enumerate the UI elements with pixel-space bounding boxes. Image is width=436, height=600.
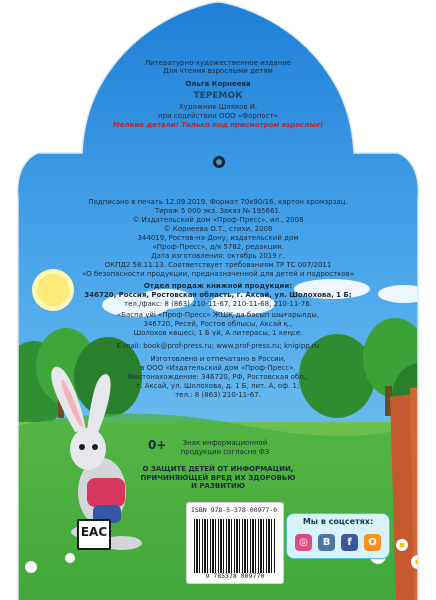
eac-mark: ЕАС <box>77 519 111 550</box>
social-title: Мы в соцсетях: <box>302 517 374 526</box>
barcode <box>194 519 276 574</box>
sales-title: Отдел продаж книжной продукции: <box>143 282 293 290</box>
age-note: Знак информационной продукции согласно Ф… <box>170 439 280 456</box>
copyright-illustrations: © Издательский дом «Проф-Пресс», ил., 20… <box>132 216 304 224</box>
okpd-line: ОКПД2 58.11.13. Соответствует требования… <box>104 261 332 269</box>
isbn-text: ISBN 978-5-378-00977-0 <box>191 506 278 514</box>
vk-icon[interactable]: В <box>318 534 335 551</box>
artist-line: Художник Шляхов И. <box>178 103 258 111</box>
author: Ольга Корнеева <box>185 80 251 88</box>
location-line-2: г. Аксай, ул. Шолохова, д. 1 Б, лит. А, … <box>136 382 300 390</box>
law-line-2: ПРИЧИНЯЮЩЕЙ ВРЕД ИХ ЗДОРОВЬЮ <box>140 473 296 482</box>
location-line-1: Местонахождение: 346720, РФ, Ростовская … <box>127 373 309 381</box>
made-in-line: Изготовлено и отпечатано в России, <box>150 355 286 363</box>
kazakh-line-2: 346720, Ресей, Ростов облысы, Аксай қ., <box>143 320 293 328</box>
age-mark: 0+ <box>148 438 167 452</box>
location-phone: тел.: 8 (863) 210-11-67. <box>175 391 261 399</box>
phone-line: тел./факс: 8 (863) 210-11-67, 210-11-68,… <box>124 300 312 308</box>
law-text: О ЗАЩИТЕ ДЕТЕЙ ОТ ИНФОРМАЦИИ, ПРИЧИНЯЮЩЕ… <box>130 465 306 491</box>
email-links[interactable]: E-mail: book@prof-press.ru; www.prof-pre… <box>0 342 436 351</box>
kazakh-line-1: «Баспа үйі «Проф-Пресс» ЖШҚ-да басып шығ… <box>116 311 320 319</box>
audience-line: Для чтения взрослыми детям <box>163 67 273 75</box>
facebook-icon[interactable]: f <box>341 534 358 551</box>
print-info: Подписано в печать 12.09.2019. Формат 70… <box>88 198 348 206</box>
law-line-3: И РАЗВИТИЮ <box>191 482 245 490</box>
book-title: ТЕРЕМОК <box>193 91 243 101</box>
book-back-cover: Литературно-художественное издание Для ч… <box>0 0 436 600</box>
odnoklassniki-icon[interactable]: О <box>364 534 381 551</box>
made-by-line: в ООО «Издательский дом «Проф-Пресс». <box>140 364 296 372</box>
warning-text: Мелкие детали! Только под присмотром взр… <box>112 121 324 129</box>
safety-line: «О безопасности продукции, предназначенн… <box>81 270 355 278</box>
publisher-address-2: «Проф-Пресс», д/я 5782, редакция. <box>152 243 284 251</box>
social-networks-box: Мы в соцсетях: ◎ В f О <box>286 513 390 559</box>
age-note-line-2: продукции согласно ФЗ <box>180 447 270 456</box>
kazakh-line-3: Шолохов көшесі, 1 Б үй, А литерасы, 1 ке… <box>133 329 303 337</box>
production-date: Дата изготовления: октябрь 2019 г. <box>151 252 285 260</box>
copyright-poems: © Корнеева О.Т., стихи, 2008 <box>163 225 273 233</box>
barcode-digits: 9 785378 009770 <box>193 573 277 580</box>
publisher-address-1: 344019, Ростов-на-Дону, издательский дом <box>137 234 299 242</box>
sales-address: 346720, Россия, Ростовская область, г. А… <box>84 291 352 299</box>
run-info: Тираж 5 000 экз. Заказ № 195661. <box>154 207 282 215</box>
isbn-barcode-box: ISBN 978-5-378-00977-0 9 785378 009770 <box>186 502 284 584</box>
age-note-line-1: Знак информационной <box>182 439 268 447</box>
law-line-1: О ЗАЩИТЕ ДЕТЕЙ ОТ ИНФОРМАЦИИ, <box>142 465 294 473</box>
cooperation-line: при содействии ООО «Форпост» <box>158 112 278 120</box>
instagram-icon[interactable]: ◎ <box>295 534 312 551</box>
